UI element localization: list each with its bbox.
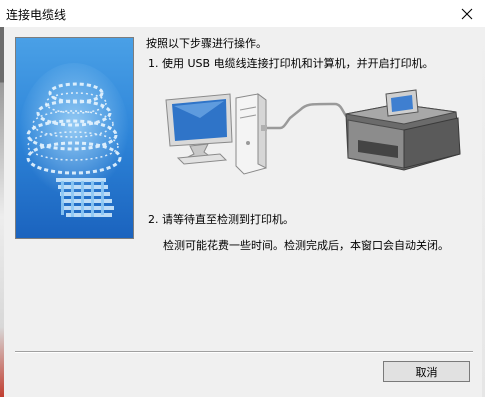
cancel-button[interactable]: 取消 <box>383 361 470 382</box>
window-title: 连接电缆线 <box>6 8 67 22</box>
instruction-text: 按照以下步骤进行操作。 <box>146 37 267 50</box>
close-icon <box>461 8 473 19</box>
step-2-detail-text: 检测可能花费一些时间。检测完成后，本窗口会自动关闭。 <box>163 239 449 252</box>
connection-illustration <box>160 88 470 188</box>
footer-separator <box>15 351 473 353</box>
usb-cable-icon <box>264 102 355 130</box>
step-2-text: 2. 请等待直至检测到打印机。 <box>148 213 294 226</box>
step-1-text: 1. 使用 USB 电缆线连接打印机和计算机，并开启打印机。 <box>148 57 434 70</box>
left-window-edge <box>0 27 4 397</box>
title-bar: 连接电缆线 <box>0 0 485 27</box>
printer-icon <box>345 89 461 171</box>
desktop-computer-icon <box>165 93 267 175</box>
close-button[interactable] <box>449 0 485 27</box>
side-banner-image <box>15 37 134 239</box>
